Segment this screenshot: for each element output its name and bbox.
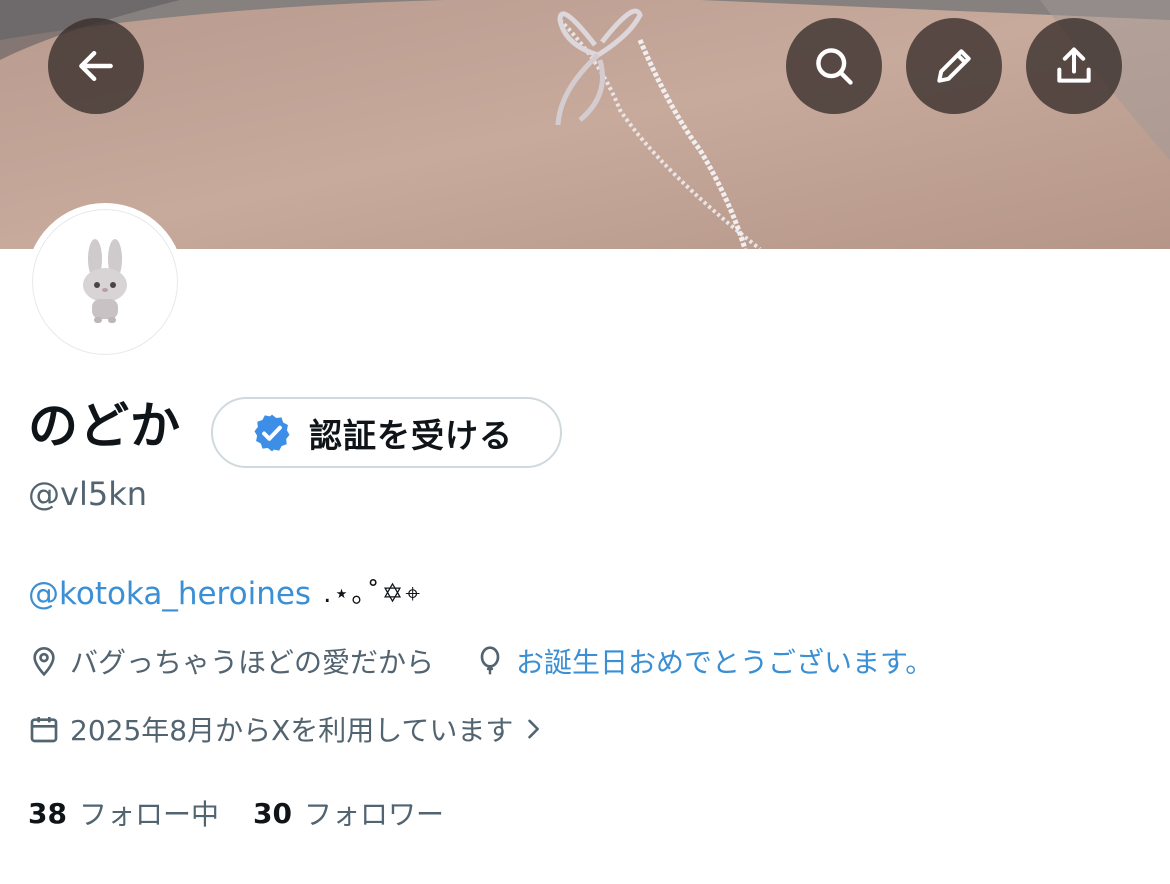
verified-badge-icon <box>254 414 290 451</box>
profile-meta-row: バグっちゃうほどの愛だから お誕生日おめでとうございます。 <box>28 641 933 681</box>
banner-image <box>0 0 1170 249</box>
balloon-icon <box>480 646 500 675</box>
bio: @kotoka_heroines .⋆｡˚✡︎⌖ <box>28 574 422 614</box>
display-name: のどか <box>28 397 181 455</box>
followers-stat[interactable]: 30 フォロワー <box>253 793 444 833</box>
joined-text: 2025年8月からXを利用しています <box>70 714 514 747</box>
get-verified-button[interactable]: 認証を受ける <box>211 397 562 468</box>
pencil-icon <box>937 49 971 83</box>
username-handle: @vl5kn <box>28 475 147 513</box>
calendar-icon <box>30 717 58 743</box>
search-icon <box>816 48 853 85</box>
share-icon <box>1057 47 1091 83</box>
bio-mention-link[interactable]: @kotoka_heroines <box>28 574 311 614</box>
edit-button[interactable] <box>906 18 1002 114</box>
following-stat[interactable]: 38 フォロー中 <box>28 793 219 833</box>
bio-decoration: .⋆｡˚✡︎⌖ <box>323 579 423 609</box>
profile-banner[interactable] <box>0 0 1170 249</box>
location-pin-icon <box>33 647 55 677</box>
back-arrow-icon <box>79 50 113 82</box>
chevron-right-icon <box>528 719 540 739</box>
follow-stats: 38 フォロー中 30 フォロワー <box>28 793 478 833</box>
birthday-link[interactable]: お誕生日おめでとうございます。 <box>516 641 933 681</box>
back-button[interactable] <box>48 18 144 114</box>
following-label: フォロー中 <box>78 798 219 831</box>
avatar[interactable] <box>26 203 184 361</box>
birthday: お誕生日おめでとうございます。 <box>474 641 933 681</box>
bunny-avatar-image <box>83 239 127 323</box>
share-button[interactable] <box>1026 18 1122 114</box>
location-text: バグっちゃうほどの愛だから <box>70 646 435 679</box>
location: バグっちゃうほどの愛だから <box>28 641 434 681</box>
followers-count: 30 <box>252 796 292 830</box>
get-verified-label: 認証を受ける <box>309 415 513 455</box>
following-count: 38 <box>28 796 67 830</box>
search-button[interactable] <box>786 18 882 114</box>
joined-date-row[interactable]: 2025年8月からXを利用しています <box>28 709 557 749</box>
followers-label: フォロワー <box>303 798 444 831</box>
